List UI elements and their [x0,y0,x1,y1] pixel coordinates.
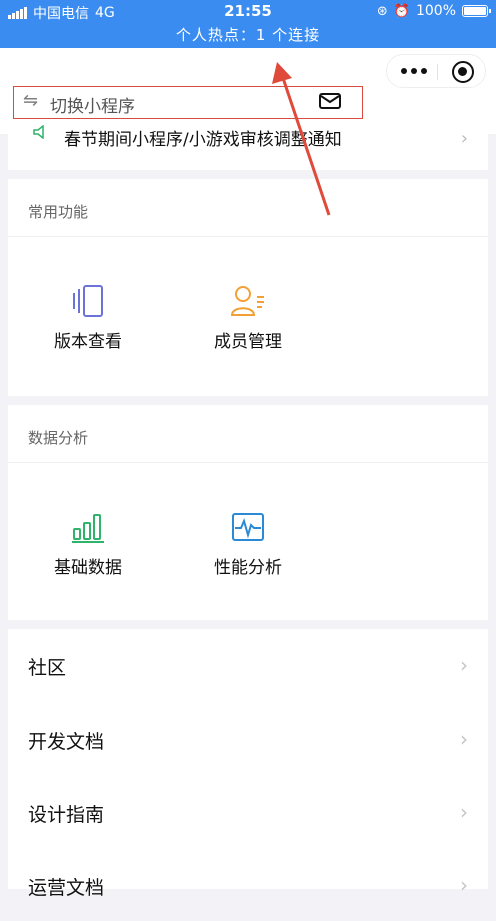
switch-miniprogram-bar[interactable]: ⇋ 切换小程序 [13,86,363,119]
menu-capsule [386,54,486,88]
section-title: 数据分析 [28,429,89,447]
rotation-lock-icon: ⊛ [376,3,388,19]
bar-chart-icon [72,514,104,543]
feature-label: 基础数据 [54,558,122,578]
section-title: 常用功能 [28,203,89,221]
feature-members[interactable]: 成员管理 [198,285,298,352]
more-icon[interactable] [401,68,427,74]
list-item-label: 运营文档 [28,877,105,899]
members-icon [230,286,264,316]
mail-icon[interactable] [319,93,341,109]
list-item-dev-docs[interactable]: 开发文档 › [8,703,488,775]
status-right: ⊛ ⏰ 100% [376,3,491,19]
hotspot-banner[interactable]: 个人热点：1 个连接 [0,24,496,45]
data-analysis-card: 数据分析 基础数据 性能分析 [8,405,488,620]
list-item-design-guide[interactable]: 设计指南 › [8,776,488,848]
links-list: 社区 › 开发文档 › 设计指南 › 运营文档 › [8,629,488,899]
notice-text: 春节期间小程序/小游戏审核调整通知 [64,130,342,150]
divider [8,462,488,463]
list-item-label: 开发文档 [28,731,105,753]
common-functions-card: 常用功能 版本查看 成员管理 [8,179,488,396]
list-item-community[interactable]: 社区 › [8,629,488,701]
notice-banner[interactable]: 春节期间小程序/小游戏审核调整通知 › [8,119,488,170]
battery-label: 100% [415,3,456,19]
list-item-label: 设计指南 [28,804,105,826]
status-bar: 中国电信 4G 21:55 ⊛ ⏰ 100% 个人热点：1 个连接 [0,0,496,48]
capsule-divider [437,64,438,80]
divider [8,236,488,237]
swap-icon: ⇋ [23,90,39,111]
feature-label: 成员管理 [214,332,282,352]
versions-icon [73,285,103,317]
performance-icon [232,513,264,541]
chevron-right-icon: › [460,800,468,824]
feature-basic-data[interactable]: 基础数据 [38,511,138,578]
alarm-icon: ⏰ [393,3,410,19]
close-target-icon[interactable] [452,61,474,83]
feature-label: 版本查看 [54,332,122,352]
switch-label: 切换小程序 [50,97,135,117]
feature-performance[interactable]: 性能分析 [198,511,298,578]
chevron-right-icon: › [460,727,468,751]
list-item-label: 社区 [28,657,67,679]
list-item-ops-docs[interactable]: 运营文档 › [8,849,488,921]
chevron-right-icon: › [460,653,468,677]
speaker-icon [33,125,44,139]
chevron-right-icon: › [460,128,468,149]
battery-icon [462,5,491,17]
feature-label: 性能分析 [214,558,282,578]
chevron-right-icon: › [460,873,468,897]
feature-version[interactable]: 版本查看 [38,285,138,352]
